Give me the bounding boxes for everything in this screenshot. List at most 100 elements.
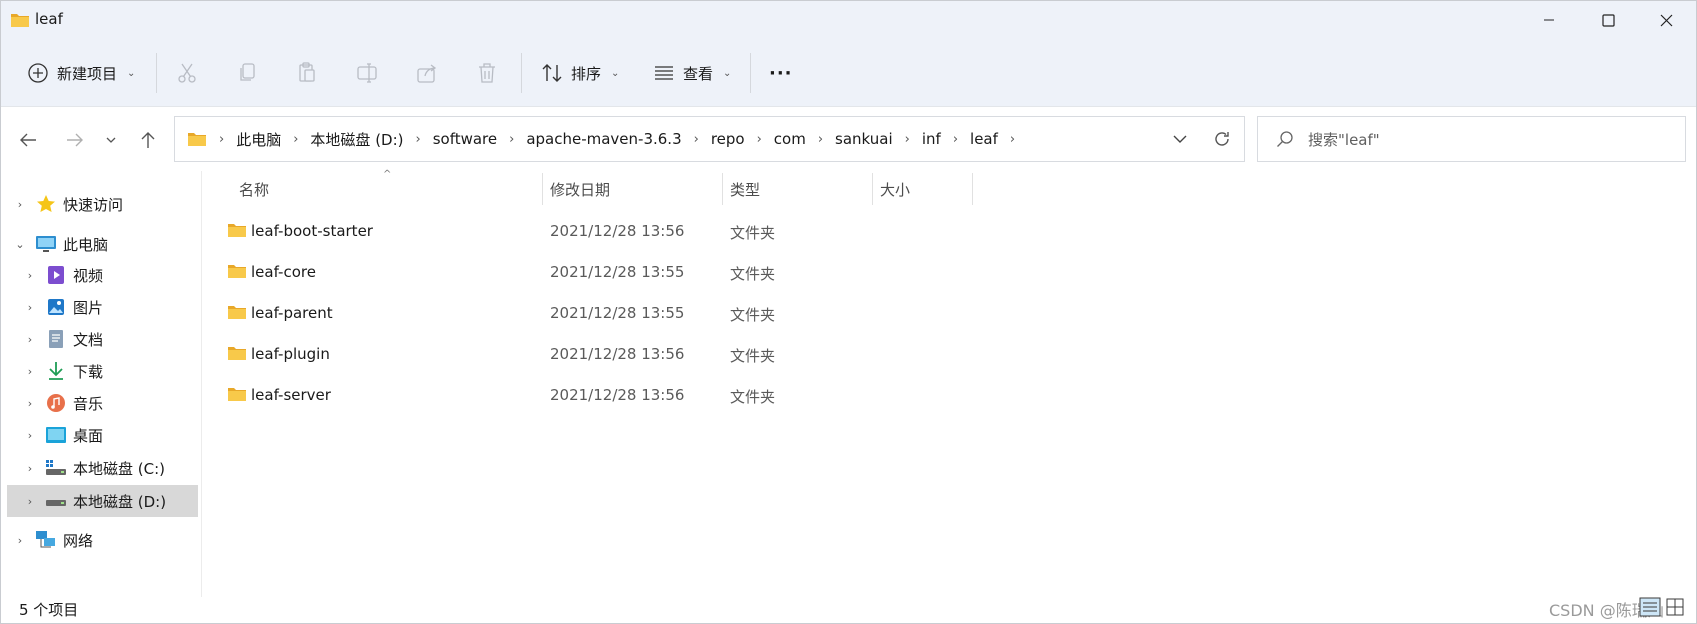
sort-button[interactable]: 排序 ⌄ <box>541 55 619 91</box>
network-icon <box>35 530 57 550</box>
chevron-right-icon[interactable]: › <box>953 132 958 147</box>
sidebar-item-label: 本地磁盘 (D:) <box>73 492 167 511</box>
more-options-button[interactable]: ··· <box>769 55 793 91</box>
column-header-name[interactable]: 名称 <box>239 173 539 205</box>
sidebar-item-downloads[interactable]: › 下载 <box>23 356 201 386</box>
chevron-right-icon[interactable]: › <box>23 301 37 314</box>
breadcrumb-item[interactable]: 本地磁盘 (D:) <box>310 129 403 150</box>
column-header-size[interactable]: 大小 <box>880 173 970 205</box>
chevron-right-icon[interactable]: › <box>416 132 421 147</box>
sidebar-item-pictures[interactable]: › 图片 <box>23 292 201 322</box>
address-history-button[interactable] <box>1165 124 1195 154</box>
breadcrumb-item[interactable]: inf <box>922 130 941 148</box>
maximize-button[interactable] <box>1580 1 1636 39</box>
minimize-button[interactable] <box>1521 1 1577 39</box>
details-view-icon[interactable] <box>1639 597 1661 617</box>
status-item-count: 5 个项目 <box>19 601 79 619</box>
chevron-down-icon <box>106 137 116 143</box>
chevron-down-icon: ⌄ <box>723 67 732 79</box>
sidebar-item-label: 视频 <box>73 266 104 285</box>
column-header-label: 名称 <box>239 180 270 199</box>
chevron-right-icon[interactable]: › <box>23 397 37 410</box>
up-button[interactable] <box>134 126 162 154</box>
view-toggle-group <box>1639 597 1685 617</box>
sidebar-item-this-pc[interactable]: ⌄ 此电脑 <box>13 229 201 259</box>
sidebar-item-drive-c[interactable]: › 本地磁盘 (C:) <box>23 453 201 483</box>
sidebar-item-music[interactable]: › 音乐 <box>23 388 201 418</box>
sidebar-item-desktop[interactable]: › 桌面 <box>23 420 201 450</box>
sidebar-item-label: 本地磁盘 (C:) <box>73 459 165 478</box>
chevron-right-icon[interactable]: › <box>13 534 27 547</box>
column-header-modified[interactable]: 修改日期 <box>550 173 720 205</box>
view-label: 查看 <box>683 64 714 83</box>
chevron-right-icon[interactable]: › <box>1010 132 1015 147</box>
desktop-icon <box>45 425 67 445</box>
sidebar-item-videos[interactable]: › 视频 <box>23 260 201 290</box>
breadcrumb-item[interactable]: sankuai <box>835 130 893 148</box>
delete-icon[interactable] <box>475 61 499 85</box>
sidebar-item-label: 图片 <box>73 298 104 317</box>
drive-d-icon <box>45 491 67 511</box>
chevron-down-icon[interactable]: ⌄ <box>13 238 27 251</box>
minimize-icon <box>1544 19 1554 21</box>
chevron-down-icon <box>1173 135 1187 143</box>
chevron-right-icon[interactable]: › <box>23 495 37 508</box>
breadcrumb-item[interactable]: repo <box>711 130 745 148</box>
recent-locations-button[interactable] <box>97 126 125 154</box>
chevron-right-icon[interactable]: › <box>905 132 910 147</box>
chevron-right-icon[interactable]: › <box>23 333 37 346</box>
column-divider[interactable] <box>872 173 873 205</box>
sidebar-item-quick-access[interactable]: › 快速访问 <box>13 189 201 219</box>
sidebar-item-network[interactable]: › 网络 <box>13 525 201 555</box>
table-row[interactable]: leaf-core 2021/12/28 13:55 文件夹 <box>217 253 977 291</box>
close-button[interactable] <box>1638 1 1694 39</box>
rename-icon[interactable] <box>355 61 379 85</box>
address-bar[interactable]: › 此电脑 › 本地磁盘 (D:) › software › apache-ma… <box>174 116 1245 162</box>
table-row[interactable]: leaf-plugin 2021/12/28 13:56 文件夹 <box>217 335 977 373</box>
chevron-right-icon[interactable]: › <box>23 269 37 282</box>
column-divider[interactable] <box>722 173 723 205</box>
folder-icon <box>227 304 247 324</box>
copy-icon[interactable] <box>235 61 259 85</box>
table-row[interactable]: leaf-server 2021/12/28 13:56 文件夹 <box>217 376 977 414</box>
table-row[interactable]: leaf-boot-starter 2021/12/28 13:56 文件夹 <box>217 212 977 250</box>
file-modified: 2021/12/28 13:55 <box>550 263 685 281</box>
sidebar-item-label: 此电脑 <box>63 235 109 254</box>
new-item-button[interactable]: 新建项目 ⌄ <box>27 55 135 91</box>
forward-button[interactable] <box>61 126 89 154</box>
tiles-view-icon[interactable] <box>1665 597 1685 617</box>
chevron-right-icon[interactable]: › <box>13 198 27 211</box>
column-header-type[interactable]: 类型 <box>730 173 870 205</box>
chevron-right-icon[interactable]: › <box>509 132 514 147</box>
breadcrumb-item[interactable]: com <box>774 130 806 148</box>
breadcrumb-item[interactable]: leaf <box>970 130 998 148</box>
sidebar-item-drive-d[interactable]: › 本地磁盘 (D:) <box>7 485 198 517</box>
chevron-right-icon[interactable]: › <box>23 462 37 475</box>
file-type: 文件夹 <box>730 388 776 406</box>
chevron-right-icon[interactable]: › <box>694 132 699 147</box>
chevron-right-icon[interactable]: › <box>293 132 298 147</box>
breadcrumb-item[interactable]: software <box>433 130 497 148</box>
column-divider[interactable] <box>542 173 543 205</box>
chevron-right-icon: › <box>219 131 225 147</box>
file-type: 文件夹 <box>730 265 776 283</box>
chevron-right-icon[interactable]: › <box>757 132 762 147</box>
sidebar-item-documents[interactable]: › 文档 <box>23 324 201 354</box>
chevron-right-icon[interactable]: › <box>23 365 37 378</box>
column-divider[interactable] <box>972 173 973 205</box>
paste-icon[interactable] <box>295 61 319 85</box>
monitor-icon <box>35 234 57 254</box>
share-icon[interactable] <box>415 61 439 85</box>
arrow-right-icon <box>67 133 83 147</box>
search-input[interactable]: 搜索"leaf" <box>1257 116 1686 162</box>
table-row[interactable]: leaf-parent 2021/12/28 13:55 文件夹 <box>217 294 977 332</box>
view-button[interactable]: 查看 ⌄ <box>653 55 731 91</box>
chevron-right-icon[interactable]: › <box>23 429 37 442</box>
breadcrumb-item[interactable]: apache-maven-3.6.3 <box>526 130 681 148</box>
cut-icon[interactable] <box>175 61 199 85</box>
file-name: leaf-plugin <box>251 345 330 363</box>
breadcrumb-item[interactable]: 此电脑 <box>236 129 281 150</box>
refresh-button[interactable] <box>1207 124 1237 154</box>
chevron-right-icon[interactable]: › <box>818 132 823 147</box>
back-button[interactable] <box>14 126 42 154</box>
